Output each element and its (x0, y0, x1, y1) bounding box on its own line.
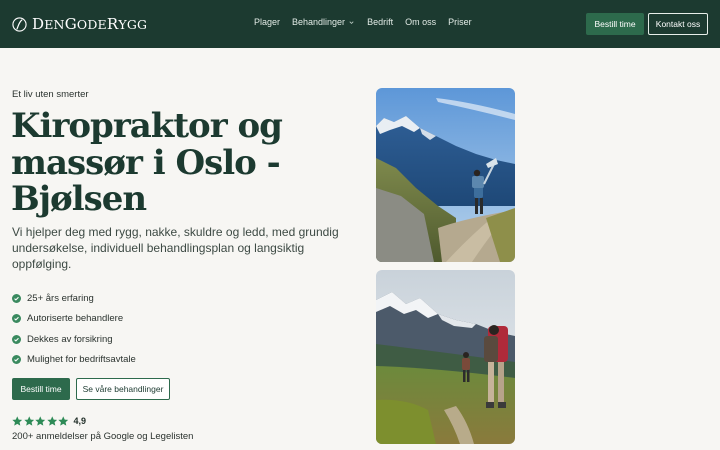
nav-contact-button[interactable]: Kontakt oss (648, 13, 708, 35)
book-appointment-button[interactable]: Bestill time (12, 378, 70, 400)
feature-list: 25+ års erfaring Autoriserte behandlere … (12, 288, 136, 370)
feature-item: Autoriserte behandlere (12, 309, 136, 330)
star-icon (46, 416, 57, 426)
rating-summary: 4,9 (12, 416, 86, 427)
hero-eyebrow: Et liv uten smerter (12, 89, 89, 100)
top-navigation: DENGODERYGG Plager Behandlinger Bedrift … (0, 0, 720, 48)
brand-logo[interactable]: DENGODERYGG (12, 15, 147, 33)
check-circle-icon (12, 355, 21, 365)
feature-item: Dekkes av forsikring (12, 329, 136, 350)
hiker-mountain-trail-photo (376, 88, 515, 262)
check-circle-icon (12, 293, 21, 303)
spine-leaf-icon (12, 16, 27, 32)
hiker-mountain-trail-illustration (376, 88, 515, 262)
star-icon (35, 416, 46, 426)
rating-value: 4,9 (73, 416, 87, 427)
check-circle-icon (12, 314, 21, 324)
feature-item: Mulighet for bedriftsavtale (12, 350, 136, 371)
main-menu: Plager Behandlinger Bedrift Om oss Prise… (254, 17, 472, 27)
nav-link-bedrift[interactable]: Bedrift (367, 17, 393, 27)
view-treatments-button[interactable]: Se våre behandlinger (76, 378, 170, 400)
star-icon (58, 416, 69, 426)
two-hikers-mountain-illustration (376, 270, 515, 444)
check-circle-icon (12, 334, 21, 344)
nav-link-behandlinger[interactable]: Behandlinger (292, 17, 355, 27)
review-count: 200+ anmeldelser på Google og Legelisten (12, 431, 194, 442)
brand-name: DENGODERYGG (32, 14, 148, 33)
hero-lead: Vi hjelper deg med rygg, nakke, skuldre … (12, 225, 339, 271)
nav-book-button[interactable]: Bestill time (586, 13, 644, 35)
nav-link-om-oss[interactable]: Om oss (405, 17, 436, 27)
feature-item: 25+ års erfaring (12, 288, 136, 309)
chevron-down-icon (349, 20, 354, 24)
two-hikers-mountain-photo (376, 270, 515, 444)
star-icon (23, 416, 34, 426)
nav-link-priser[interactable]: Priser (448, 17, 472, 27)
nav-link-plager[interactable]: Plager (254, 17, 280, 27)
page-title: Kiropraktor og massør i Oslo - Bjølsen (11, 106, 283, 219)
star-icon (12, 416, 23, 426)
